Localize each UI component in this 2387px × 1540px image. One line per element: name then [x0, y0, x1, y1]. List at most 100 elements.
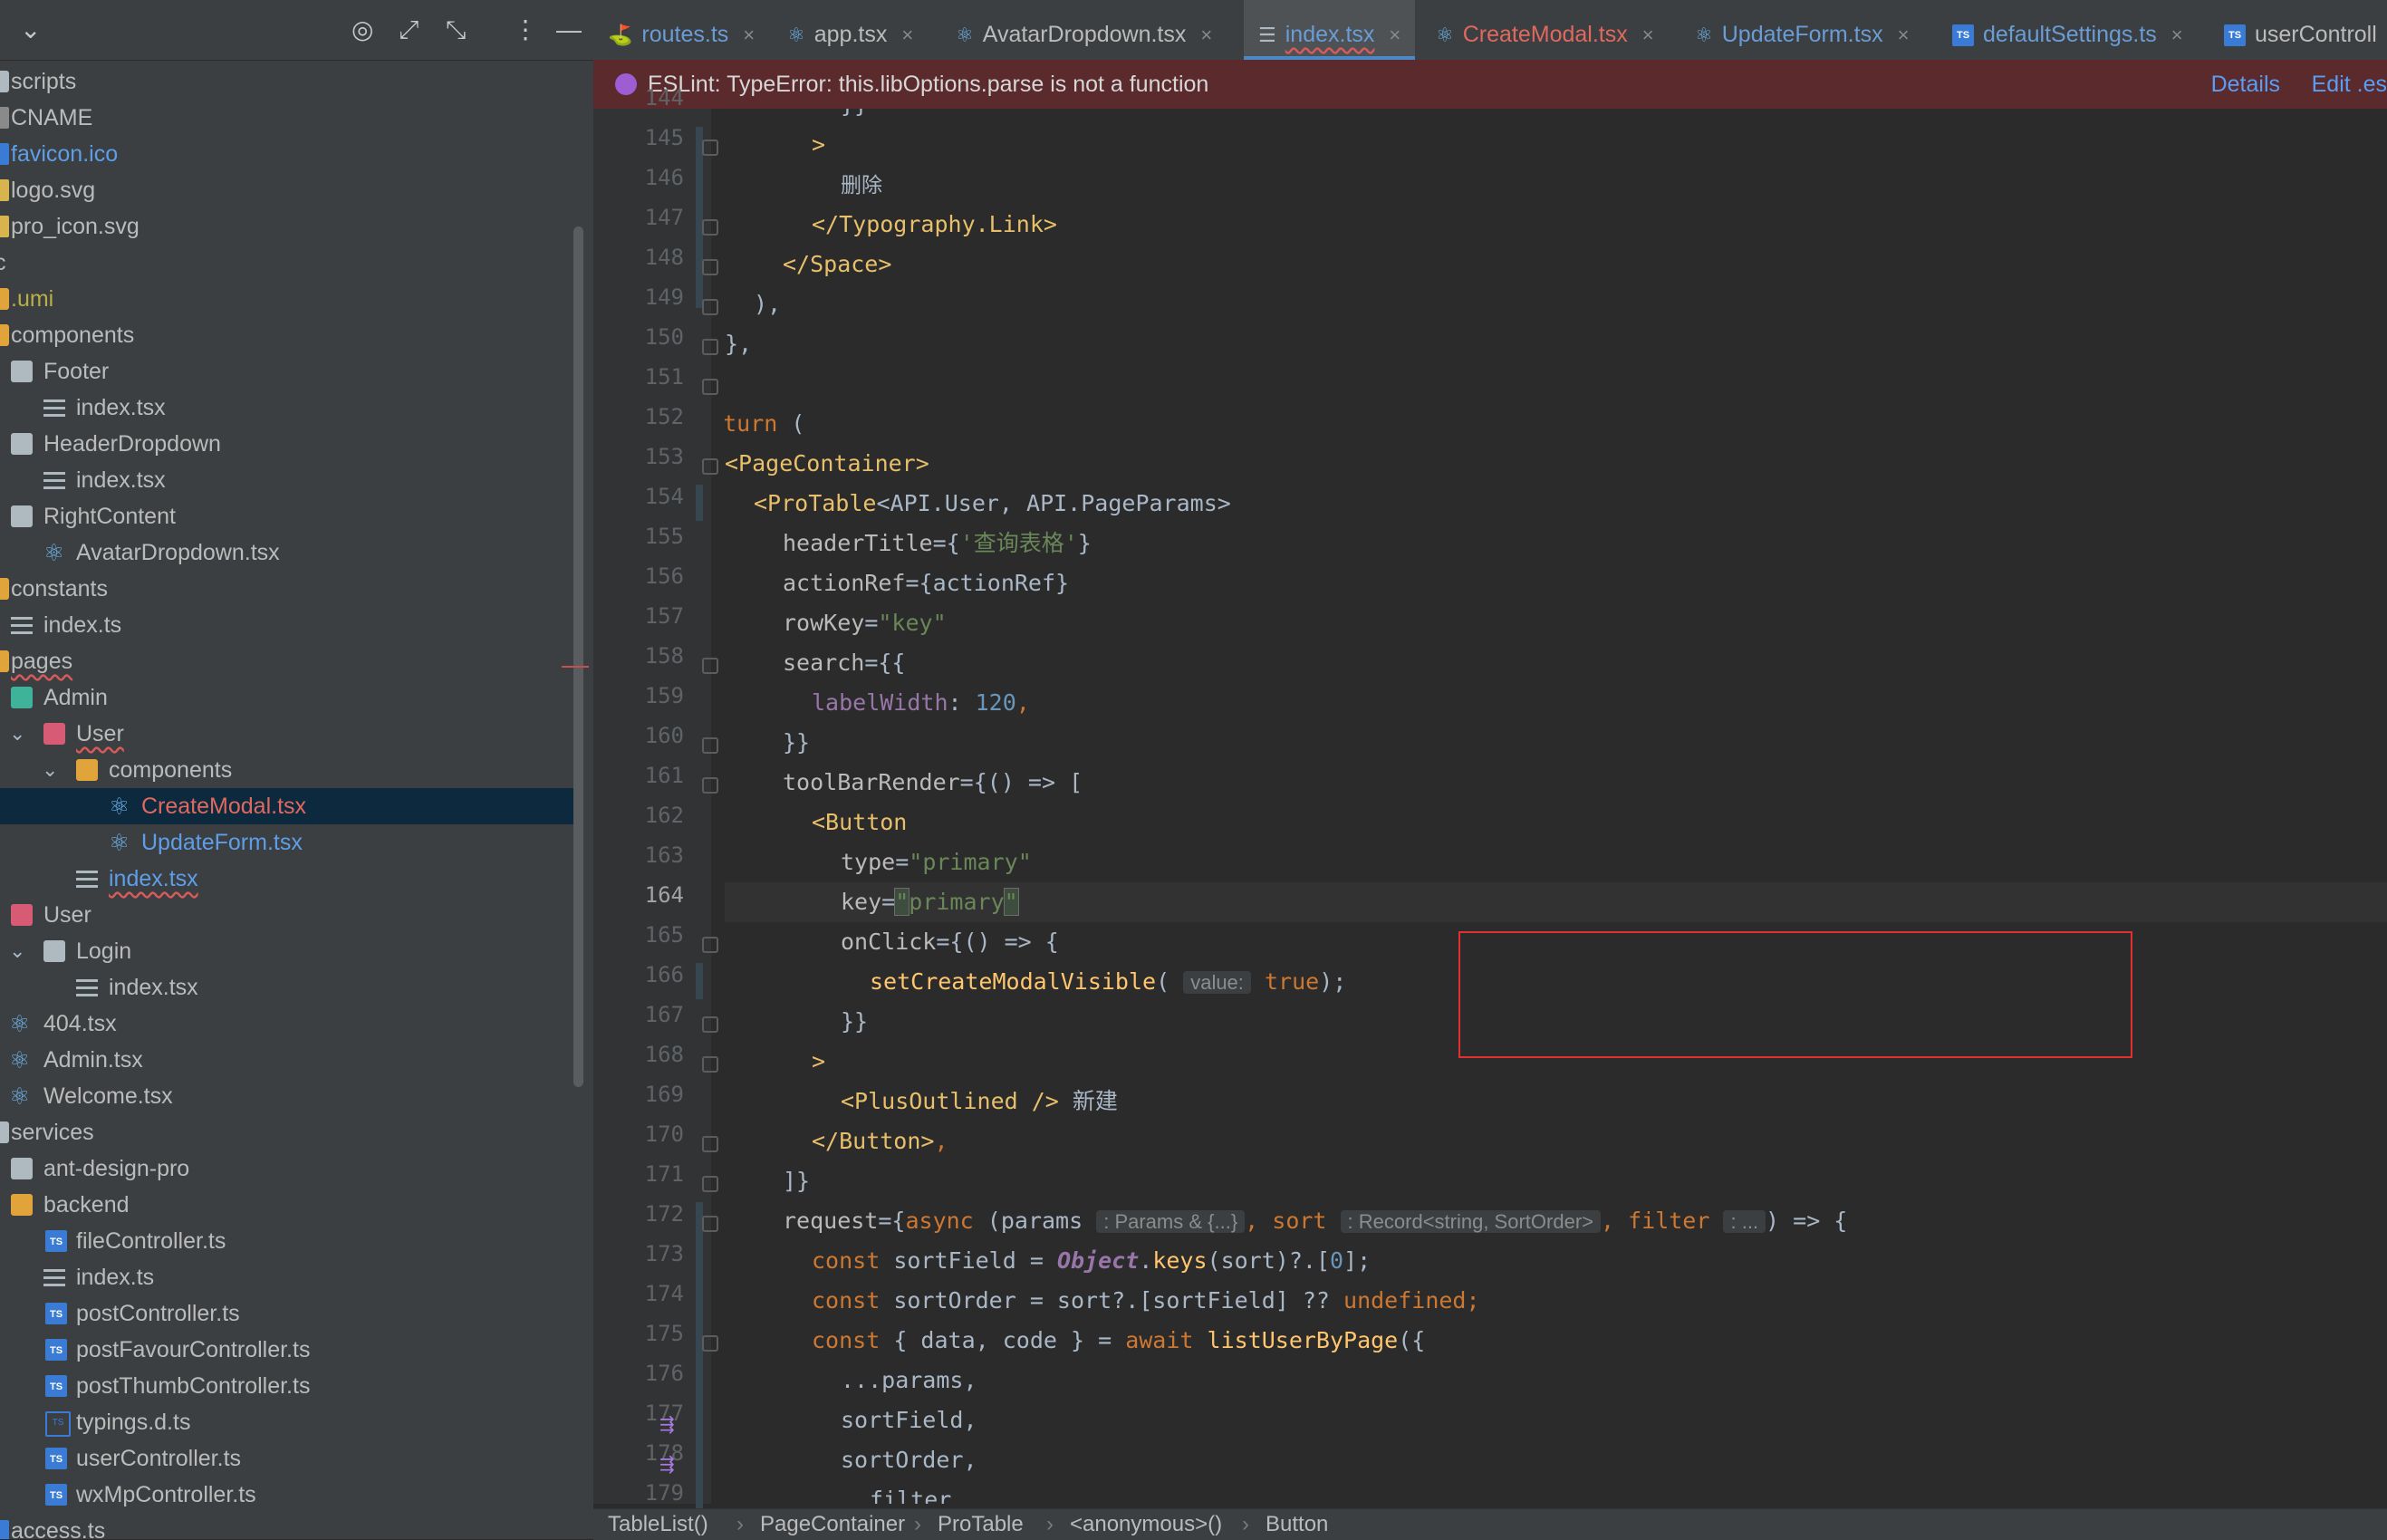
react-icon: ⚛ [109, 793, 130, 820]
tree-item-postcontroller[interactable]: TS postController.ts [0, 1295, 580, 1332]
chevron-down-icon[interactable]: ⌄ [9, 716, 25, 752]
close-icon[interactable]: × [901, 24, 913, 46]
tab-updateform[interactable]: ⚛ UpdateForm.tsx × [1695, 0, 1909, 60]
chevron-down-icon[interactable]: ⌄ [20, 16, 41, 43]
tree-item-avatardropdown[interactable]: ⚛ AvatarDropdown.tsx [0, 534, 580, 571]
tree-item-filecontroller[interactable]: TS fileController.ts [0, 1223, 580, 1259]
fold-toggle-icon[interactable] [702, 259, 718, 275]
tab-app[interactable]: ⚛ app.tsx × [787, 0, 913, 60]
tree-item-footer-index[interactable]: index.tsx [0, 390, 580, 426]
breadcrumb-item[interactable]: Button [1266, 1509, 1328, 1540]
fold-toggle-icon[interactable] [702, 379, 718, 395]
vcs-change-marker[interactable] [696, 963, 703, 999]
tree-item-constants-index[interactable]: index.ts [0, 607, 580, 643]
chevron-down-icon[interactable]: ⌄ [42, 752, 58, 788]
tree-item-headerdropdown-index[interactable]: index.tsx [0, 462, 580, 498]
tree-item-admin-tsx[interactable]: ⚛ Admin.tsx [0, 1042, 580, 1078]
tree-item-typings[interactable]: TS typings.d.ts [0, 1404, 580, 1440]
tree-item-createmodal[interactable]: ⚛ CreateModal.tsx [0, 788, 580, 824]
tab-usercontroller[interactable]: TS userControll [2224, 0, 2377, 60]
collapse-all-icon[interactable]: ⤡ [446, 16, 466, 43]
routes-file-icon: ⛳ [608, 24, 633, 47]
minimize-icon[interactable]: — [556, 16, 582, 43]
breadcrumb-item[interactable]: ProTable [938, 1509, 1024, 1540]
code-area[interactable]: }} > 删除 </Typography.Link> </Space> ), }… [725, 109, 2387, 1504]
close-icon[interactable]: × [2171, 24, 2183, 46]
chevron-down-icon[interactable]: ⌄ [9, 933, 25, 969]
close-icon[interactable]: × [1642, 24, 1654, 46]
tree-item-updateform[interactable]: ⚛ UpdateForm.tsx [0, 824, 580, 861]
code-line: toolBarRender={() => [ [783, 763, 1083, 803]
more-options-icon[interactable]: ⋮ [513, 16, 538, 43]
fold-toggle-icon[interactable] [702, 1176, 718, 1192]
tree-item-constants[interactable]: constants [0, 571, 580, 607]
tree-item-backend-index[interactable]: index.ts [0, 1259, 580, 1295]
expand-all-icon[interactable]: ⤢ [399, 16, 419, 43]
close-icon[interactable]: × [1898, 24, 1910, 46]
fold-toggle-icon[interactable] [702, 1216, 718, 1232]
tab-index[interactable]: ☰ index.tsx × [1244, 0, 1416, 60]
tree-item-scripts[interactable]: scripts [0, 63, 580, 100]
vcs-change-marker[interactable] [696, 485, 703, 521]
tree-item-src[interactable]: c [0, 245, 580, 281]
fold-toggle-icon[interactable] [702, 339, 718, 355]
tree-item-headerdropdown[interactable]: HeaderDropdown [0, 426, 580, 462]
close-icon[interactable]: × [1200, 24, 1212, 46]
fold-toggle-icon[interactable] [702, 1136, 718, 1152]
close-icon[interactable]: × [1389, 24, 1400, 46]
fold-toggle-icon[interactable] [702, 219, 718, 236]
tree-item-footer[interactable]: Footer [0, 353, 580, 390]
tree-item-user[interactable]: ⌄ User [0, 716, 580, 752]
tab-avatardropdown[interactable]: ⚛ AvatarDropdown.tsx × [956, 0, 1212, 60]
tree-item-usercontroller[interactable]: TS userController.ts [0, 1440, 580, 1477]
tree-item-ant-design-pro[interactable]: ant-design-pro [0, 1150, 580, 1187]
fold-toggle-icon[interactable] [702, 1056, 718, 1073]
fold-toggle-icon[interactable] [702, 140, 718, 156]
tree-item-pro-icon[interactable]: pro_icon.svg [0, 208, 580, 245]
target-icon[interactable]: ◎ [351, 16, 373, 43]
implementation-icon[interactable]: ⇶ [659, 1453, 675, 1476]
close-icon[interactable]: × [743, 24, 755, 46]
tree-item-user-index[interactable]: index.tsx [0, 861, 580, 897]
tree-item-rightcontent[interactable]: RightContent [0, 498, 580, 534]
sidebar-scrollbar[interactable] [573, 226, 583, 1087]
tree-item-pages[interactable]: pages [0, 643, 580, 679]
tree-item-backend[interactable]: backend [0, 1187, 580, 1223]
tree-item-postthumbcontroller[interactable]: TS postThumbController.ts [0, 1368, 580, 1404]
tree-item-services[interactable]: services [0, 1114, 580, 1150]
fold-toggle-icon[interactable] [702, 777, 718, 794]
tree-item-favicon[interactable]: favicon.ico [0, 136, 580, 172]
fold-toggle-icon[interactable] [702, 1335, 718, 1352]
fold-toggle-icon[interactable] [702, 299, 718, 315]
tab-routes[interactable]: ⛳ routes.ts × [608, 0, 755, 60]
tree-item-login[interactable]: ⌄ Login [0, 933, 580, 969]
tree-item-umi[interactable]: .umi [0, 281, 580, 317]
vcs-change-marker[interactable] [696, 1202, 703, 1510]
tree-item-user-folder[interactable]: User [0, 897, 580, 933]
details-link[interactable]: Details [2211, 60, 2280, 109]
tree-item-logo[interactable]: logo.svg [0, 172, 580, 208]
tree-item-access[interactable]: access.ts [0, 1513, 580, 1539]
fold-toggle-icon[interactable] [702, 737, 718, 754]
fold-toggle-icon[interactable] [702, 458, 718, 475]
tree-item-cname[interactable]: CNAME [0, 100, 580, 136]
tree-item-wxmpcontroller[interactable]: TS wxMpController.ts [0, 1477, 580, 1513]
tree-item-user-components[interactable]: ⌄ components [0, 752, 580, 788]
tree-item-404[interactable]: ⚛ 404.tsx [0, 1006, 580, 1042]
edit-eslint-link[interactable]: Edit .es [2312, 60, 2387, 109]
tree-item-components[interactable]: components [0, 317, 580, 353]
fold-toggle-icon[interactable] [702, 937, 718, 953]
tab-defaultsettings[interactable]: TS defaultSettings.ts × [1952, 0, 2183, 60]
tree-item-welcome[interactable]: ⚛ Welcome.tsx [0, 1078, 580, 1114]
breadcrumb-item[interactable]: TableList() [608, 1509, 708, 1540]
tree-item-admin[interactable]: Admin [0, 679, 580, 716]
tab-createmodal[interactable]: ⚛ CreateModal.tsx × [1436, 0, 1654, 60]
code-line: 删除 [841, 165, 882, 205]
fold-toggle-icon[interactable] [702, 658, 718, 674]
breadcrumb-item[interactable]: PageContainer [760, 1509, 905, 1540]
tree-item-login-index[interactable]: index.tsx [0, 969, 580, 1006]
implementation-icon[interactable]: ⇶ [659, 1413, 675, 1436]
tree-item-postfavourcontroller[interactable]: TS postFavourController.ts [0, 1332, 580, 1368]
fold-toggle-icon[interactable] [702, 1016, 718, 1033]
breadcrumb-item[interactable]: <anonymous>() [1070, 1509, 1222, 1540]
